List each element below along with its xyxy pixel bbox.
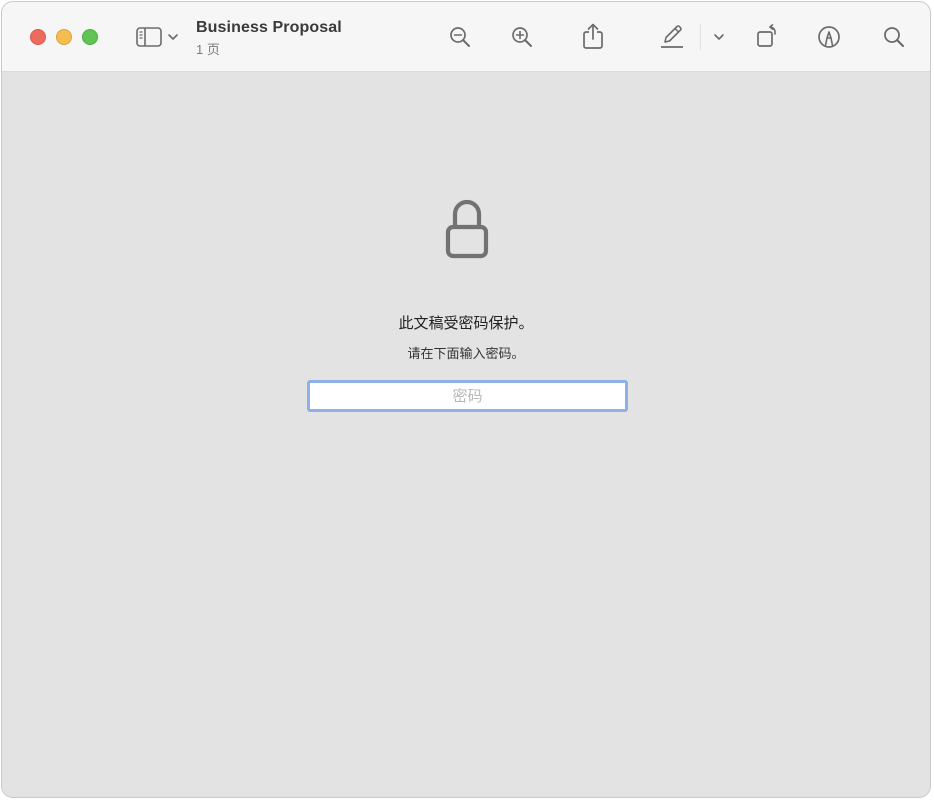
chevron-down-icon (713, 32, 725, 42)
rotate-icon (755, 23, 781, 49)
share-button[interactable] (579, 21, 607, 51)
close-button[interactable] (30, 29, 46, 45)
zoom-out-icon (448, 25, 472, 49)
highlighter-pen-icon (658, 22, 686, 50)
lock-icon (445, 198, 489, 265)
zoom-in-icon (510, 25, 534, 49)
highlight-menu-button[interactable] (710, 28, 728, 46)
toolbar: Business Proposal 1 页 (2, 2, 930, 72)
zoom-out-button[interactable] (446, 23, 474, 51)
password-field[interactable] (307, 380, 628, 412)
zoom-in-button[interactable] (508, 23, 536, 51)
page-count: 1 页 (196, 42, 220, 57)
sidebar-toggle-button[interactable] (132, 24, 182, 50)
search-icon (882, 25, 906, 49)
markup-button[interactable] (815, 23, 843, 51)
search-button[interactable] (880, 23, 908, 51)
preview-window: Business Proposal 1 页 此文稿受密码保护。 请在下面输入密码… (1, 1, 931, 798)
sidebar-icon (135, 26, 163, 48)
toolbar-divider (700, 24, 701, 50)
share-icon (581, 22, 605, 50)
rotate-button[interactable] (754, 22, 782, 50)
protected-message: 此文稿受密码保护。 (398, 315, 534, 332)
document-title: Business Proposal (196, 19, 342, 36)
minimize-button[interactable] (56, 29, 72, 45)
maximize-button[interactable] (82, 29, 98, 45)
enter-password-instruction: 请在下面输入密码。 (407, 346, 525, 361)
highlight-button[interactable] (657, 21, 687, 51)
chevron-down-icon (167, 32, 179, 42)
document-area (2, 72, 930, 797)
markup-icon (816, 24, 842, 50)
